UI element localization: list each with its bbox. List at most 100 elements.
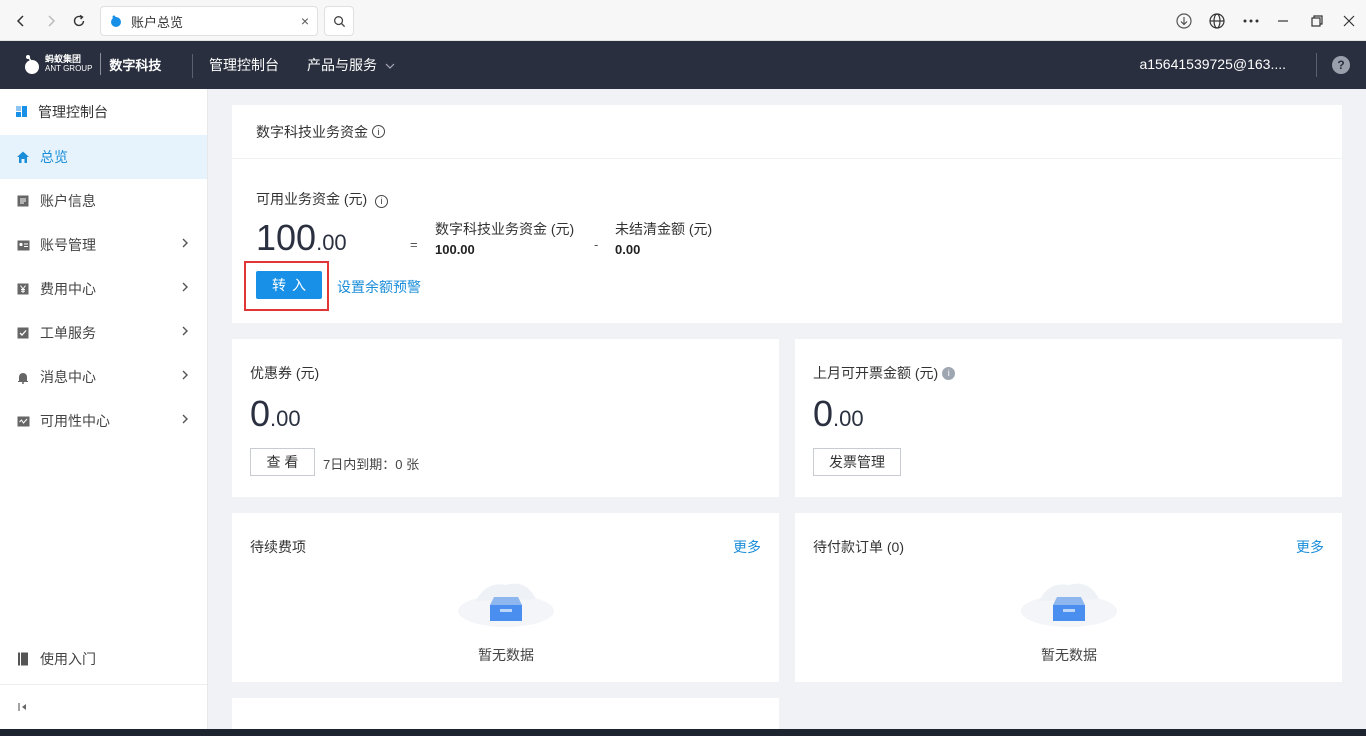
coupon-card: 优惠券 (元) 0.00 查 看 7日内到期：0 张 [232,339,779,497]
monitor-icon [16,414,30,428]
pending-renewal-title: 待续费项 [250,539,306,555]
info-icon[interactable]: i [942,366,956,380]
sidebar-getting-started[interactable]: 使用入门 [0,637,207,681]
amount-decimal: .00 [316,230,347,255]
logo-en-text: ANT GROUP [45,64,93,73]
more-menu-icon[interactable] [1238,8,1264,34]
info-icon[interactable]: i [375,194,389,208]
chevron-right-icon [181,237,189,251]
forward-icon[interactable] [38,8,64,34]
amount-integer: 0 [250,393,271,434]
sidebar-item-label: 费用中心 [40,281,96,297]
view-coupon-button[interactable]: 查 看 [250,448,315,476]
more-link[interactable]: 更多 [1296,537,1324,557]
restore-icon[interactable] [1304,8,1330,34]
sidebar-item-account-mgmt[interactable]: 账号管理 [0,223,207,267]
balance-alert-link[interactable]: 设置余额预警 [337,277,421,297]
ant-logo-icon [25,55,39,74]
invoice-card: 上月可开票金额 (元) i 0.00 发票管理 [795,339,1342,497]
close-window-icon[interactable] [1336,8,1362,34]
sidebar-header: 管理控制台 [0,89,207,135]
home-icon [16,150,30,164]
chevron-down-icon [385,63,395,69]
nav-divider-right [1316,53,1317,77]
coupon-expiry-note: 7日内到期：0 张 [323,457,420,472]
user-account[interactable]: a15641539725@163.... [1139,56,1286,72]
download-icon[interactable] [1171,8,1197,34]
pending-renewal-card: 待续费项 更多 暂无数据 [232,513,779,682]
nav-products[interactable]: 产品与服务 [307,55,395,75]
search-icon[interactable] [324,6,354,36]
sidebar-item-label: 可用性中心 [40,413,110,429]
amount-integer: 0 [813,393,834,434]
nav-console[interactable]: 管理控制台 [209,55,279,75]
empty-text: 暂无数据 [478,647,534,663]
biz-funds-value: 100.00 [435,242,475,257]
unsettled-label: 未结清金额 (元) [615,221,713,237]
sidebar: 管理控制台 总览 账户信息 账号管理 费用中心 工单服务 消息中心 可用性中心 … [0,89,208,736]
globe-icon[interactable] [1204,8,1230,34]
invoice-amount: 0.00 [813,393,864,435]
os-taskbar [0,729,1366,736]
invoice-manage-button[interactable]: 发票管理 [813,448,901,476]
checklist-icon [16,326,30,340]
sidebar-item-label: 账号管理 [40,237,96,253]
minus-sign: - [594,237,599,252]
funds-card-header: 数字科技业务资金 i [232,105,1342,159]
sidebar-item-label: 账户信息 [40,193,96,209]
sidebar-item-messages[interactable]: 消息中心 [0,355,207,399]
back-icon[interactable] [8,8,34,34]
sidebar-item-account-info[interactable]: 账户信息 [0,179,207,223]
equals-sign: = [410,237,418,252]
coupon-title: 优惠券 (元) [250,365,320,381]
id-card-icon [16,238,30,252]
sidebar-item-label: 消息中心 [40,369,96,385]
sidebar-item-overview[interactable]: 总览 [0,135,207,179]
sidebar-item-tickets[interactable]: 工单服务 [0,311,207,355]
pending-orders-title: 待付款订单 (0) [813,539,904,555]
available-funds-label: 可用业务资金 (元) i [256,189,389,209]
nav-products-label: 产品与服务 [307,57,377,73]
close-tab-icon[interactable]: × [301,13,309,29]
top-navbar: 蚂蚁集团 ANT GROUP 数字科技 管理控制台 产品与服务 a1564153… [0,41,1366,89]
favicon-icon [111,15,121,27]
empty-box-icon [458,583,554,627]
empty-box-icon [1021,583,1117,627]
transfer-in-button[interactable]: 转入 [256,271,322,299]
chevron-right-icon [181,369,189,383]
browser-tab[interactable]: 账户总览 × [100,6,318,36]
logo[interactable]: 蚂蚁集团 ANT GROUP 数字科技 [22,53,161,75]
amount-decimal: .00 [270,406,301,431]
sidebar-header-label: 管理控制台 [38,104,108,120]
minimize-icon[interactable] [1270,8,1296,34]
funds-card: 数字科技业务资金 i 可用业务资金 (元) i 100.00 = 数字科技业务资… [232,105,1342,323]
sidebar-item-billing[interactable]: 费用中心 [0,267,207,311]
nav-divider [192,54,193,78]
info-icon[interactable]: i [372,125,385,138]
biz-funds-label: 数字科技业务资金 (元) [435,221,575,237]
yen-icon [16,282,30,296]
sidebar-item-availability[interactable]: 可用性中心 [0,399,207,443]
logo-divider [100,53,102,75]
logo-cn-text: 蚂蚁集团 [45,54,82,64]
empty-text: 暂无数据 [1041,647,1097,663]
funds-section-title: 数字科技业务资金 [256,123,368,140]
available-funds-amount: 100.00 [256,217,347,259]
tab-title: 账户总览 [131,14,184,30]
chevron-right-icon [181,413,189,427]
sidebar-item-label: 工单服务 [40,325,96,341]
browser-chrome: 账户总览 × [0,0,1366,41]
invoice-title: 上月可开票金额 (元) i [813,363,956,383]
reload-icon[interactable] [66,8,92,34]
brand-name: 数字科技 [109,57,162,73]
sidebar-collapse-button[interactable] [0,684,207,728]
pending-orders-card: 待付款订单 (0) 更多 暂无数据 [795,513,1342,682]
more-link[interactable]: 更多 [733,537,761,557]
available-funds-label-text: 可用业务资金 (元) [256,191,368,207]
amount-integer: 100 [256,217,317,258]
chevron-right-icon [181,281,189,295]
help-icon[interactable]: ? [1332,56,1350,74]
amount-decimal: .00 [833,406,864,431]
book-icon [18,652,28,666]
collapse-icon [18,702,26,711]
